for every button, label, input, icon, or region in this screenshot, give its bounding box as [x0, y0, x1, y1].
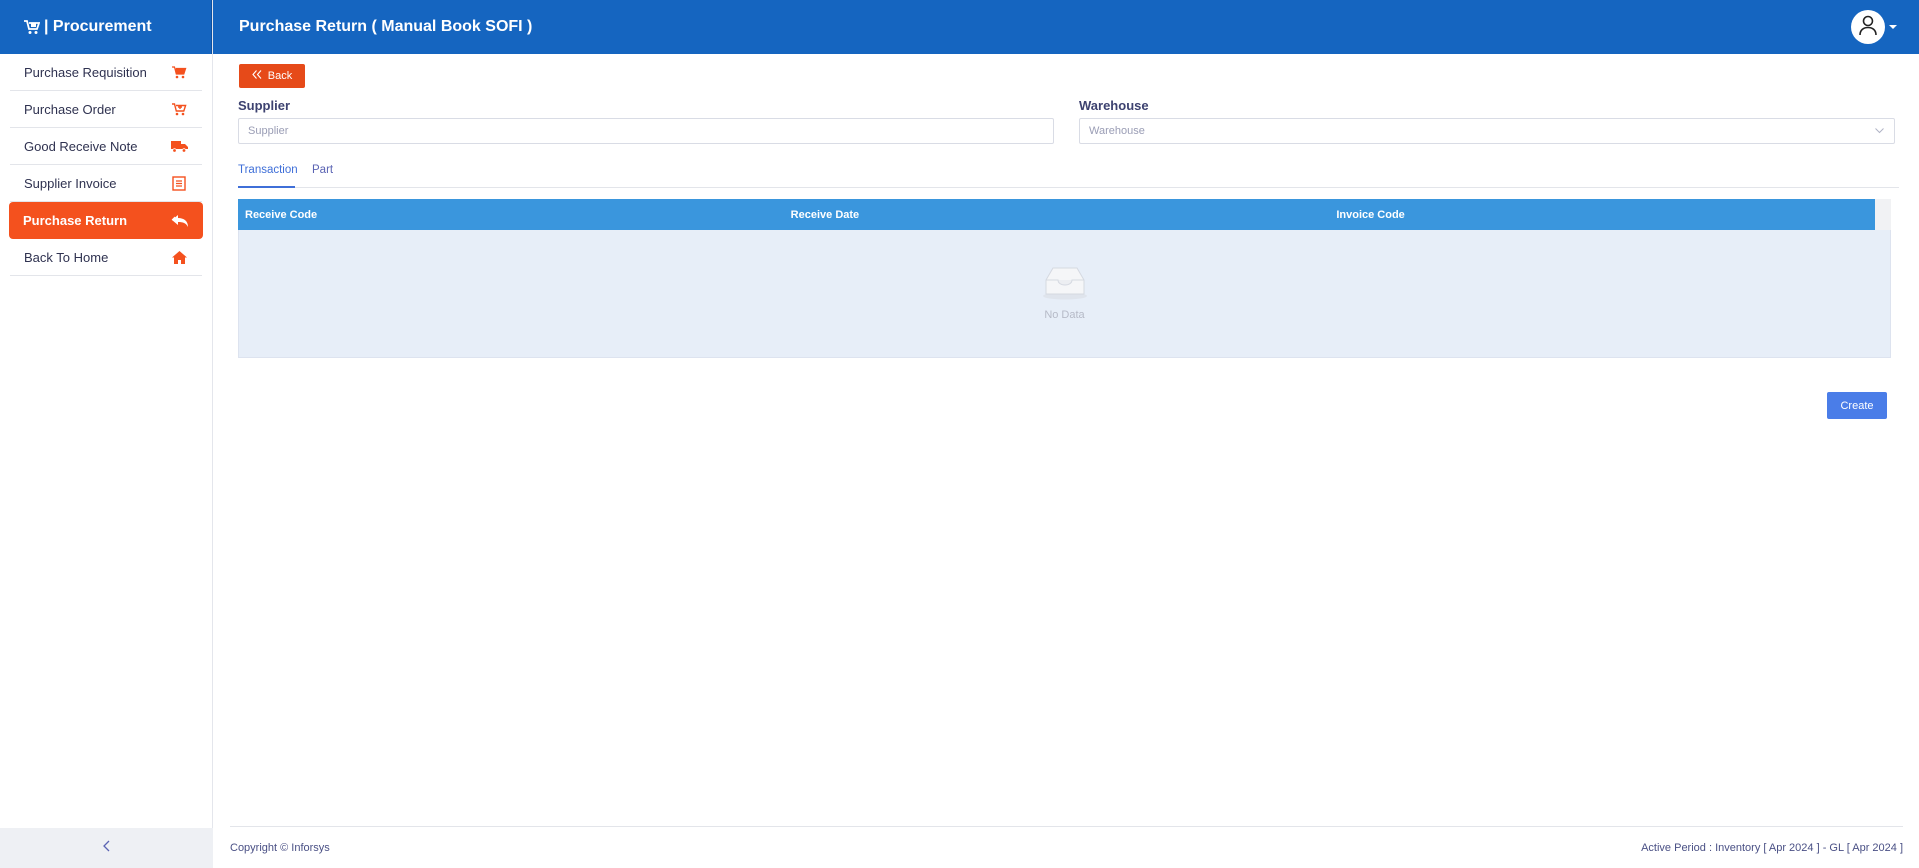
avatar[interactable]	[1851, 10, 1885, 44]
copyright-text: Copyright © Inforsys	[230, 841, 330, 854]
reply-icon	[171, 212, 189, 230]
truck-icon	[170, 137, 188, 155]
warehouse-placeholder: Warehouse	[1089, 125, 1145, 137]
sidebar: | Procurement Purchase Requisition Purch…	[0, 0, 213, 868]
table-body: No Data	[238, 230, 1891, 358]
tab-part[interactable]: Part	[312, 164, 333, 176]
table-header: Receive Code Receive Date Invoice Code	[238, 199, 1875, 230]
active-period-text: Active Period : Inventory [ Apr 2024 ] -…	[1641, 841, 1903, 854]
supplier-input[interactable]: Supplier	[238, 118, 1054, 144]
column-header-invoice-code[interactable]: Invoice Code	[1329, 209, 1875, 221]
sidebar-item-purchase-order[interactable]: Purchase Order	[10, 91, 202, 128]
sidebar-item-purchase-return[interactable]: Purchase Return	[9, 202, 203, 239]
brand-title: | Procurement	[44, 18, 152, 35]
tab-active-indicator	[238, 186, 295, 188]
sidebar-collapse-button[interactable]	[0, 828, 213, 868]
cart-icon	[24, 19, 40, 35]
sidebar-item-label: Purchase Return	[23, 213, 128, 228]
tab-bar: Transaction Part	[238, 156, 1899, 188]
cart-icon	[170, 63, 188, 81]
supplier-placeholder: Supplier	[248, 125, 289, 137]
sidebar-item-label: Back To Home	[24, 249, 109, 265]
sidebar-item-label: Purchase Requisition	[24, 64, 147, 80]
sidebar-item-label: Purchase Order	[24, 101, 116, 117]
chevron-left-icon	[102, 839, 111, 857]
chevron-down-icon	[1889, 25, 1897, 29]
page-title: Purchase Return ( Manual Book SOFI )	[239, 18, 533, 35]
sidebar-item-purchase-requisition[interactable]: Purchase Requisition	[10, 54, 202, 91]
user-icon	[1857, 14, 1879, 41]
column-header-receive-date[interactable]: Receive Date	[784, 209, 1330, 221]
brand-header: | Procurement	[0, 0, 212, 54]
back-button[interactable]: Back	[239, 64, 305, 88]
create-button[interactable]: Create	[1827, 392, 1887, 419]
chevron-down-icon	[1875, 125, 1884, 137]
warehouse-label: Warehouse	[1079, 98, 1149, 113]
home-icon	[170, 248, 188, 266]
footer: Copyright © Inforsys Active Period : Inv…	[230, 826, 1903, 868]
invoice-icon	[170, 174, 188, 192]
sidebar-item-good-receive-note[interactable]: Good Receive Note	[10, 128, 202, 165]
sidebar-item-back-to-home[interactable]: Back To Home	[10, 239, 202, 276]
transaction-table: Receive Code Receive Date Invoice Code N…	[238, 199, 1891, 358]
sidebar-item-label: Supplier Invoice	[24, 175, 117, 191]
cart-plus-icon	[170, 100, 188, 118]
sidebar-menu: Purchase Requisition Purchase Order Good…	[0, 54, 212, 276]
top-header: Purchase Return ( Manual Book SOFI )	[213, 0, 1919, 54]
supplier-label: Supplier	[238, 98, 291, 113]
tab-transaction[interactable]: Transaction	[238, 164, 298, 176]
empty-state-text: No Data	[1044, 309, 1085, 321]
warehouse-select[interactable]: Warehouse	[1079, 118, 1895, 144]
sidebar-item-label: Good Receive Note	[24, 138, 138, 154]
back-label: Back	[267, 70, 293, 82]
column-header-receive-code[interactable]: Receive Code	[238, 209, 784, 221]
user-menu[interactable]	[1851, 10, 1897, 44]
double-chevron-left-icon	[252, 70, 262, 82]
empty-inbox-icon	[1042, 266, 1088, 305]
sidebar-item-supplier-invoice[interactable]: Supplier Invoice	[10, 165, 202, 202]
